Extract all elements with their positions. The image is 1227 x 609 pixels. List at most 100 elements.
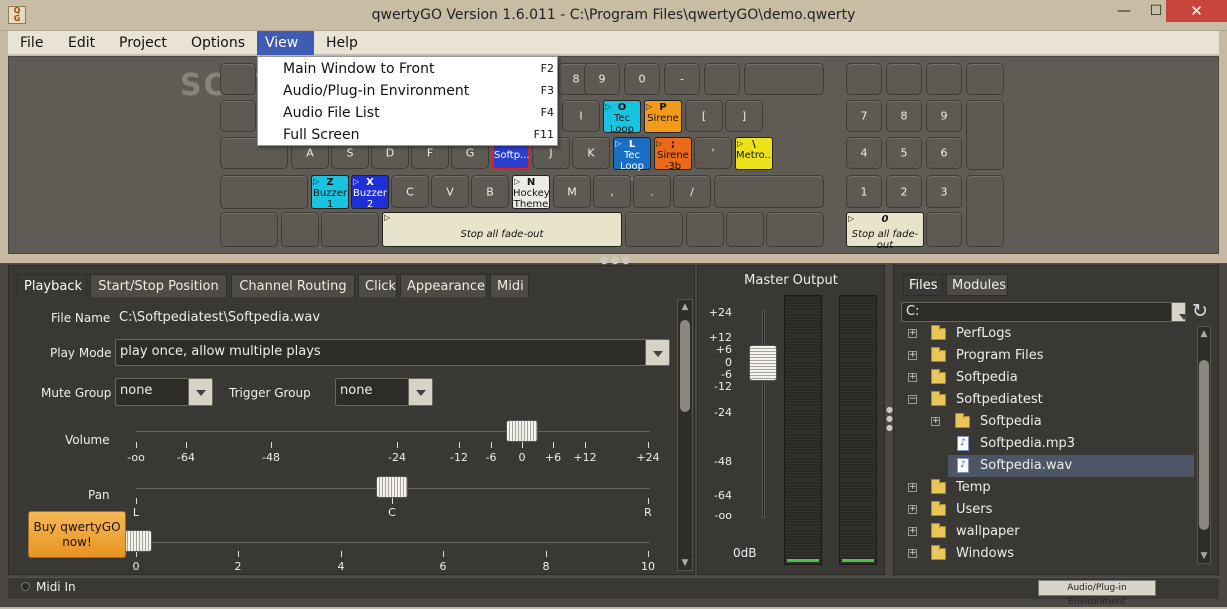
numpad-multiply[interactable] <box>926 63 962 95</box>
key-quote[interactable]: ' <box>694 137 732 169</box>
volume-slider-thumb[interactable] <box>506 420 538 442</box>
tree-item-softpediatest[interactable]: − Softpediatest <box>905 389 1195 411</box>
scroll-down-icon[interactable]: ▼ <box>678 558 692 568</box>
key-b[interactable]: B <box>471 175 509 208</box>
key-tab[interactable] <box>220 100 256 132</box>
numpad-9[interactable]: 9 <box>926 100 962 132</box>
key-shift-right[interactable] <box>714 175 824 208</box>
key-z-buzzer-1[interactable]: ▷ Z Buzzer 1 <box>311 175 349 210</box>
audio-plugin-env-button[interactable]: Audio/Plug-in Environment <box>1038 580 1156 607</box>
tab-channel-routing[interactable]: Channel Routing <box>231 274 355 297</box>
tree-item-softpedia[interactable]: + Softpedia <box>905 367 1195 389</box>
key-menu[interactable] <box>726 212 764 247</box>
numpad-8[interactable]: 8 <box>886 100 922 132</box>
key-o-tec-loop[interactable]: ▷ O Tec Loop <box>603 100 641 135</box>
key-shift-left[interactable] <box>220 175 308 209</box>
key-backslash-metro[interactable]: ▷ \ Metro... <box>735 137 774 170</box>
tree-item-softpedia-sub[interactable]: + Softpedia <box>905 411 1195 433</box>
key-9[interactable]: 9 <box>584 63 620 95</box>
drive-select[interactable]: C: <box>901 302 1189 322</box>
numpad-numlock[interactable] <box>846 63 882 95</box>
menu-edit[interactable]: Edit <box>60 31 103 55</box>
scroll-up-icon[interactable]: ▲ <box>1198 329 1210 339</box>
tree-item-users[interactable]: + Users <box>905 499 1195 521</box>
refresh-icon[interactable]: ↻ <box>1192 300 1208 322</box>
key-m[interactable]: M <box>553 175 591 208</box>
key-ctrl-right[interactable] <box>766 212 824 247</box>
key-win-right[interactable] <box>686 212 724 247</box>
key-l-tec-loop[interactable]: ▷ L Tec Loop ... <box>613 137 651 183</box>
menu-item-audio-file-list[interactable]: Audio File List F4 <box>258 102 557 124</box>
tab-click[interactable]: Click <box>358 274 397 297</box>
key-period[interactable]: . <box>633 175 671 208</box>
vertical-splitter[interactable]: ● ● ● <box>886 405 893 432</box>
menu-item-full-screen[interactable]: Full Screen F11 <box>258 124 557 146</box>
key-backspace[interactable] <box>744 63 824 95</box>
key-minus[interactable]: - <box>664 63 700 95</box>
tree-item-temp[interactable]: + Temp <box>905 477 1195 499</box>
key-equals[interactable] <box>704 63 740 95</box>
tab-start-stop-position[interactable]: Start/Stop Position <box>90 274 227 297</box>
key-alt-right[interactable] <box>625 212 683 247</box>
numpad-0-stop-all[interactable]: ▷ 0 Stop all fade-out <box>846 212 924 251</box>
minimize-button[interactable]: — <box>1108 0 1140 22</box>
key-space-stop-all[interactable]: ▷ Stop all fade-out <box>382 212 622 247</box>
scroll-down-icon[interactable]: ▼ <box>1198 551 1210 561</box>
key-blank[interactable] <box>220 63 256 95</box>
tab-midi[interactable]: Midi <box>490 274 529 297</box>
key-c[interactable]: C <box>391 175 429 208</box>
menu-project[interactable]: Project <box>111 31 175 55</box>
master-fader-track[interactable] <box>762 310 765 518</box>
buy-button[interactable]: Buy qwertyGO now! <box>28 511 126 558</box>
numpad-plus[interactable] <box>966 100 1004 170</box>
key-alt-left[interactable] <box>321 212 379 247</box>
key-bracket-right[interactable]: ] <box>725 100 763 132</box>
menu-item-audio-plugin-env[interactable]: Audio/Plug-in Environment F3 <box>258 80 557 102</box>
key-n-hockey-theme[interactable]: ▷ N Hockey Theme <box>512 175 550 210</box>
scrollbar-thumb[interactable] <box>1199 360 1209 530</box>
key-0[interactable]: 0 <box>624 63 660 95</box>
trigger-group-select[interactable]: none <box>335 378 433 406</box>
close-button[interactable]: ✕ <box>1166 0 1227 22</box>
key-slash[interactable]: / <box>673 175 711 208</box>
numpad-enter[interactable] <box>966 175 1004 247</box>
key-semicolon-sirene[interactable]: ▷ ; Sirene -3b <box>654 137 692 172</box>
chevron-down-icon[interactable] <box>1171 303 1189 321</box>
key-x-buzzer-2[interactable]: ▷ X Buzzer 2 <box>351 175 389 210</box>
third-slider-thumb[interactable] <box>124 530 152 552</box>
tree-item-wallpaper[interactable]: + wallpaper <box>905 521 1195 543</box>
numpad-5[interactable]: 5 <box>886 137 922 169</box>
key-i[interactable]: I <box>562 100 600 132</box>
numpad-7[interactable]: 7 <box>846 100 882 132</box>
scroll-up-icon[interactable]: ▲ <box>678 302 692 312</box>
menu-view[interactable]: View <box>257 31 314 55</box>
tab-playback[interactable]: Playback <box>17 274 87 297</box>
tree-item-windows[interactable]: + Windows <box>905 543 1195 565</box>
third-slider-track[interactable] <box>136 542 650 543</box>
numpad-3[interactable]: 3 <box>926 175 962 208</box>
tree-item-softpedia-wav[interactable]: ♪ Softpedia.wav <box>948 455 1194 477</box>
tree-item-perflogs[interactable]: + PerfLogs <box>905 323 1195 345</box>
numpad-divide[interactable] <box>886 63 922 95</box>
tab-appearance[interactable]: Appearance <box>400 274 487 297</box>
tab-files[interactable]: Files <box>903 274 943 296</box>
menu-item-main-window-front[interactable]: Main Window to Front F2 <box>258 58 557 80</box>
key-bracket-left[interactable]: [ <box>685 100 723 132</box>
numpad-4[interactable]: 4 <box>846 137 882 169</box>
master-fader-thumb[interactable] <box>749 345 777 381</box>
key-v[interactable]: V <box>431 175 469 208</box>
key-k[interactable]: K <box>572 137 610 169</box>
menu-options[interactable]: Options <box>183 31 253 55</box>
pan-slider-thumb[interactable] <box>376 476 408 498</box>
tree-item-program-files[interactable]: + Program Files <box>905 345 1195 367</box>
numpad-minus[interactable] <box>966 63 1004 95</box>
numpad-6[interactable]: 6 <box>926 137 962 169</box>
properties-scrollbar[interactable]: ▲ ▼ <box>677 299 693 571</box>
tree-item-softpedia-mp3[interactable]: ♪ Softpedia.mp3 <box>905 433 1195 455</box>
play-mode-select[interactable]: play once, allow multiple plays <box>115 339 670 366</box>
key-p-sirene[interactable]: ▷ P Sirene <box>644 100 682 133</box>
numpad-1[interactable]: 1 <box>846 175 882 208</box>
chevron-down-icon[interactable] <box>645 340 669 365</box>
chevron-down-icon[interactable] <box>408 379 432 405</box>
tab-modules[interactable]: Modules <box>946 274 1008 296</box>
